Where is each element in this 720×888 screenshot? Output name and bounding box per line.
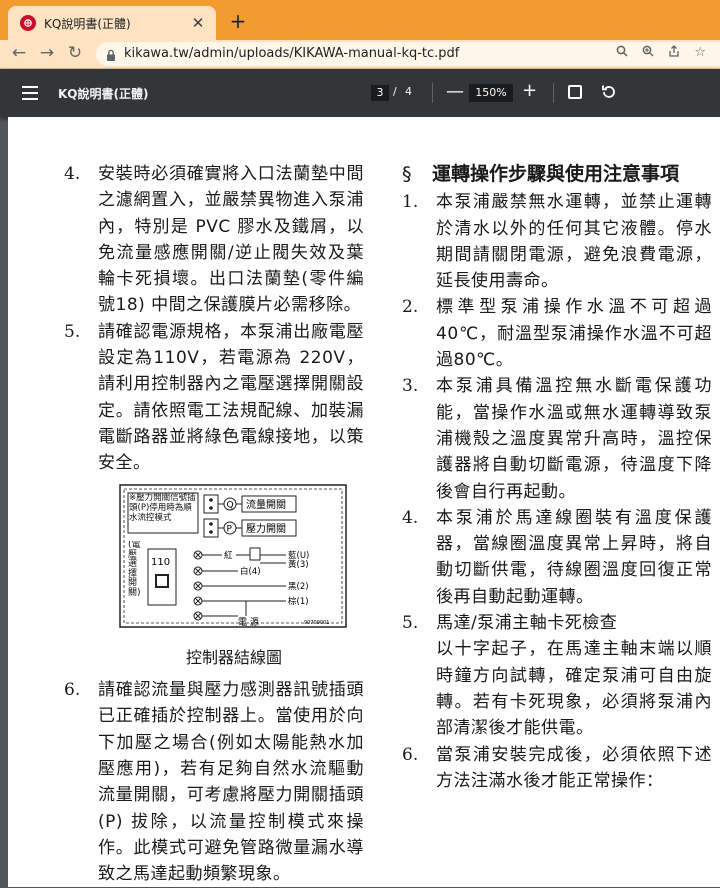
item-text: 本泵浦嚴禁無水運轉，並禁止運轉於清水以外的任何其它液體。停水期間請關閉電源，避免… [436,192,712,292]
list-item: 2. 標準型泵浦操作水溫不可超過 40℃，耐溫型泵浦操作水溫不可超過80℃。 [402,294,712,373]
browser-tab-strip: KQ說明書(正體) ✕ + [0,0,720,40]
pdf-toolbar: KQ說明書(正體) 3 / 4 — 150% + [0,69,720,117]
list-item: 4. 安裝時必須確實將入口法蘭墊中間之濾網置入，並嚴禁異物進入泵浦內，特別是 P… [64,161,364,319]
wire-brown-label: 棕(1) [288,596,309,607]
zoom-in-button[interactable]: + [522,80,537,101]
url-text[interactable]: kikawa.tw/admin/uploads/KIKAWA-manual-kq… [124,46,459,61]
lock-icon[interactable] [106,47,116,66]
section-mark: § [402,163,412,185]
list-item: 6. 當泵浦安裝完成後，必須依照下述方法注滿水後才能正常操作： [402,742,712,795]
item-number: 5. [402,613,419,634]
search-icon[interactable] [616,45,628,61]
item-number: 4. [64,164,81,184]
section-title-text: 運轉操作步驟與使用注意事項 [432,163,680,185]
toolbar-divider [553,83,554,103]
fit-to-page-icon[interactable] [568,85,582,99]
item-number: 5. [64,321,81,342]
power-label: 電 源 [238,617,259,628]
item-text: 本泵浦具備溫控無水斷電保護功能，當操作水溫或無水運轉導致泵浦機殼之溫度異常升高時… [436,376,712,502]
list-item: 5. 馬達/泵浦主軸卡死檢查 [402,610,712,636]
item-text: 本泵浦於馬達線圈裝有溫度保護器，當線圈溫度異常上昇時，將自動切斷供電，待線圈溫度… [436,507,712,607]
item-text: 以十字起子，在馬達主軸末端以順時鐘方向試轉，確定泵浦可自由旋轉。若有卡死現象，必… [436,639,712,739]
new-tab-button[interactable]: + [226,9,250,33]
item-text: 請確認電源規格，本泵浦出廠電壓設定為110V，若電源為 220V，請利用控制器內… [98,321,364,474]
reload-icon[interactable]: ↻ [64,43,86,63]
flow-switch-label: 流量開關 [246,498,286,511]
item-number: 1. [402,192,419,213]
right-column: § 運轉操作步驟與使用注意事項 1. 本泵浦嚴禁無水運轉，並禁止運轉於清水以外的… [402,161,712,794]
list-item: 6. 請確認流量與壓力感測器訊號插頭已正確插於控制器上。當使用於向下加壓之場合(… [64,677,364,887]
list-item: 3. 本泵浦具備溫控無水斷電保護功能，當操作水溫或無水運轉導致泵浦機殼之溫度異常… [402,373,712,504]
item-number: 6. [402,744,419,765]
item-number: 3. [402,376,419,397]
voltage-value: 110 [151,557,170,568]
wire-red-label: 紅 [224,550,233,561]
page-separator: / [393,85,397,98]
p-mark: P [227,524,233,534]
document-title: KQ說明書(正體) [58,87,149,101]
address-bar[interactable]: kikawa.tw/admin/uploads/KIKAWA-manual-kq… [96,42,720,66]
share-icon[interactable] [668,45,680,61]
item-text: 請確認流量與壓力感測器訊號插頭已正確插於控制器上。當使用於向下加壓之場合(例如太… [98,680,364,885]
tab-title: KQ說明書(正體) [44,16,131,31]
back-icon[interactable]: ← [8,43,30,63]
section-title: § 運轉操作步驟與使用注意事項 [402,161,712,187]
item-text: 當泵浦安裝完成後，必須依照下述方法注滿水後才能正常操作： [436,744,712,791]
toolbar-divider [432,83,433,103]
zoom-out-button[interactable]: — [446,81,464,102]
list-item: 1. 本泵浦嚴禁無水運轉，並禁止運轉於清水以外的任何其它液體。停水期間請關閉電源… [402,189,712,294]
item-text: 安裝時必須確實將入口法蘭墊中間之濾網置入，並嚴禁異物進入泵浦內，特別是 PVC … [98,164,364,316]
q-mark: Q [227,500,234,510]
browser-tab[interactable]: KQ說明書(正體) ✕ [8,6,216,40]
left-column: 4. 安裝時必須確實將入口法蘭墊中間之濾網置入，並嚴禁異物進入泵浦內，特別是 P… [64,161,364,888]
controller-wiring-diagram: ※壓力開關信號插頭(P)停用時為順水流控模式 Q P 流量開關 壓力開關 (電壓… [118,483,350,672]
site-favicon-icon [20,15,36,31]
diagram-code: 90709001 [304,620,329,626]
rotate-icon[interactable] [600,83,618,105]
pdf-page: 4. 安裝時必須確實將入口法蘭墊中間之濾網置入，並嚴禁異物進入泵浦內，特別是 P… [8,117,720,887]
item-number: 4. [402,507,419,528]
wire-white-label: 白(4) [240,566,261,577]
wire-yellow-label: 黃(3) [288,559,309,570]
browser-toolbar: ← → ↻ kikawa.tw/admin/uploads/KIKAWA-man… [0,40,720,69]
voltage-switch-label: (電壓選擇開關) [128,540,141,598]
item-number: 6. [64,680,81,701]
page-number-input[interactable]: 3 [371,85,389,101]
item-number: 2. [402,297,419,318]
zoom-icon[interactable] [642,45,654,61]
item-text: 標準型泵浦操作水溫不可超過 40℃，耐溫型泵浦操作水溫不可超過80℃。 [436,297,712,371]
zoom-level-input[interactable]: 150% [469,84,513,102]
list-item: 5. 請確認電源規格，本泵浦出廠電壓設定為110V，若電源為 220V，請利用控… [64,319,364,477]
page-total: 4 [405,85,412,98]
switch-note-label: ※壓力開關信號插頭(P)停用時為順水流控模式 [129,492,196,523]
list-item: 4. 本泵浦於馬達線圈裝有溫度保護器，當線圈溫度異常上昇時，將自動切斷供電，待線… [402,505,712,610]
menu-icon[interactable] [22,86,38,104]
diagram-caption: 控制器結線圖 [185,647,282,667]
pressure-switch-label: 壓力開關 [246,522,286,535]
item-subtitle: 馬達/泵浦主軸卡死檢查 [436,613,618,634]
tab-close-icon[interactable]: ✕ [188,14,208,32]
wire-black-label: 黑(2) [288,582,309,592]
bookmark-star-icon[interactable]: ☆ [694,45,706,61]
forward-icon[interactable]: → [36,43,58,63]
